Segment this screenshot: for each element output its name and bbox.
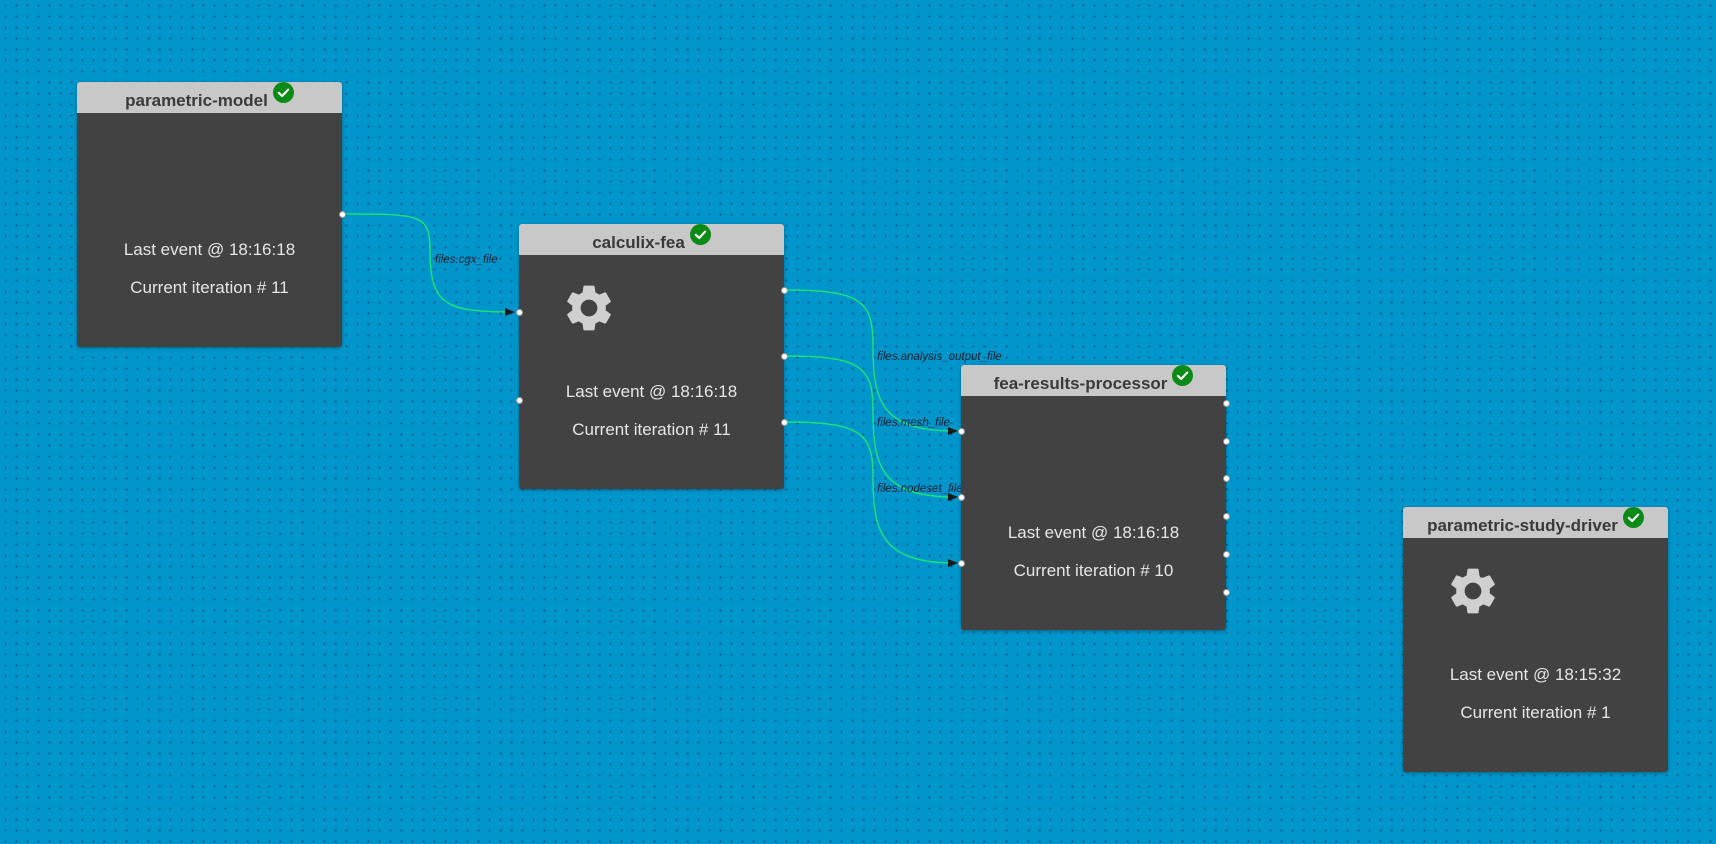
node-header[interactable]: calculix-fea: [519, 224, 784, 255]
node-header[interactable]: parametric-study-driver: [1403, 507, 1668, 538]
link-label: files.mesh_file: [877, 417, 950, 429]
node-fea-results-processor[interactable]: fea-results-processor Last event @ 18:16…: [957, 365, 1230, 630]
node-parametric-study-driver[interactable]: parametric-study-driver Last event @ 18:…: [1403, 507, 1668, 772]
arrowhead-icon: [505, 308, 515, 316]
input-port[interactable]: [957, 559, 965, 567]
last-event-text: Last event @ 18:16:18: [123, 240, 296, 259]
input-port[interactable]: [515, 396, 523, 404]
link-nodeset-file[interactable]: files.nodeset_file: [783, 421, 963, 567]
node-header[interactable]: parametric-model: [77, 82, 342, 113]
iteration-text: Current iteration # 1: [1460, 703, 1611, 722]
check-circle-icon: [1622, 507, 1644, 528]
check-circle-icon: [1172, 365, 1194, 386]
iteration-text: Current iteration # 11: [130, 278, 289, 297]
output-port[interactable]: [780, 352, 788, 360]
output-port[interactable]: [1222, 437, 1230, 445]
input-port[interactable]: [515, 308, 523, 316]
input-port[interactable]: [957, 427, 965, 435]
node-title: fea-results-processor: [993, 374, 1168, 393]
iteration-text: Current iteration # 10: [1013, 561, 1174, 580]
node-title: calculix-fea: [592, 233, 685, 252]
output-port[interactable]: [1222, 399, 1230, 407]
link-mesh-file[interactable]: files.mesh_file: [783, 355, 958, 501]
iteration-text: Current iteration # 11: [572, 420, 731, 439]
link-label: files.nodeset_file: [877, 483, 963, 495]
arrowhead-icon: [948, 559, 958, 567]
last-event-text: Last event @ 18:16:18: [1007, 523, 1180, 542]
last-event-text: Last event @ 18:15:32: [1449, 665, 1622, 684]
link-label: files.analysis_output_file: [877, 351, 1002, 363]
output-port[interactable]: [780, 418, 788, 426]
node-title: parametric-study-driver: [1427, 516, 1618, 535]
workflow-canvas[interactable]: files.cgx_file files.analysis_output_fil…: [0, 0, 1716, 844]
link-cgx-file[interactable]: files.cgx_file: [342, 213, 515, 316]
gear-icon: [567, 285, 611, 331]
check-circle-icon: [689, 224, 711, 245]
output-port[interactable]: [1222, 588, 1230, 596]
node-parametric-model[interactable]: parametric-model Last event @ 18:16:18 C…: [77, 82, 346, 347]
gear-icon: [1451, 568, 1495, 614]
node-title: parametric-model: [125, 91, 268, 110]
output-port[interactable]: [780, 286, 788, 294]
output-port[interactable]: [338, 210, 346, 218]
check-circle-icon: [272, 82, 294, 103]
input-port[interactable]: [957, 493, 965, 501]
last-event-text: Last event @ 18:16:18: [565, 382, 738, 401]
output-port[interactable]: [1222, 512, 1230, 520]
output-port[interactable]: [1222, 474, 1230, 482]
link-label: files.cgx_file: [435, 254, 498, 266]
output-port[interactable]: [1222, 550, 1230, 558]
node-header[interactable]: fea-results-processor: [961, 365, 1226, 396]
node-calculix-fea[interactable]: calculix-fea Last event @ 18:16:18 Curre…: [515, 224, 788, 489]
